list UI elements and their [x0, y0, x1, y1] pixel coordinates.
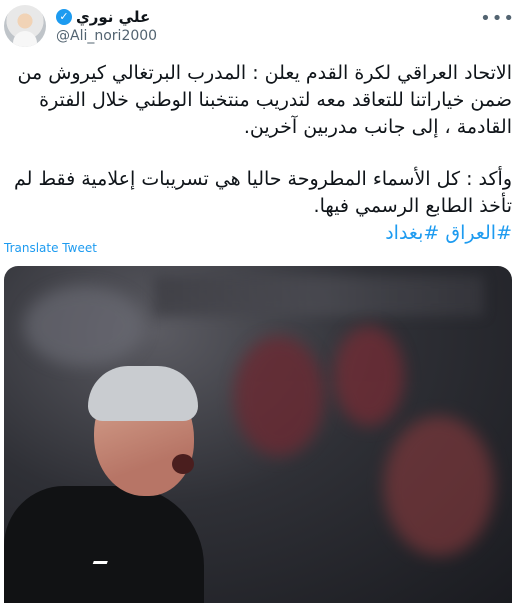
- author-name-row: علي نوري ✓: [56, 8, 150, 26]
- author-display-name[interactable]: علي نوري: [76, 8, 150, 26]
- tweet-header: علي نوري ✓ @Ali_nori2000 •••: [0, 0, 529, 52]
- translate-tweet-link[interactable]: Translate Tweet: [4, 241, 97, 255]
- tweet-paragraph-2: وأكد : كل الأسماء المطروحة حاليا هي تسري…: [13, 168, 512, 217]
- verified-badge-icon: ✓: [56, 9, 72, 25]
- tweet-text: الاتحاد العراقي لكرة القدم يعلن : المدرب…: [8, 60, 512, 247]
- author-handle[interactable]: @Ali_nori2000: [56, 28, 157, 44]
- avatar[interactable]: [4, 5, 46, 47]
- stadium-lights: [154, 276, 484, 316]
- tweet-paragraph-1: الاتحاد العراقي لكرة القدم يعلن : المدرب…: [17, 62, 512, 138]
- tweet-photo[interactable]: [4, 266, 512, 603]
- coach-figure: [4, 366, 214, 603]
- more-dots-icon[interactable]: •••: [480, 8, 515, 29]
